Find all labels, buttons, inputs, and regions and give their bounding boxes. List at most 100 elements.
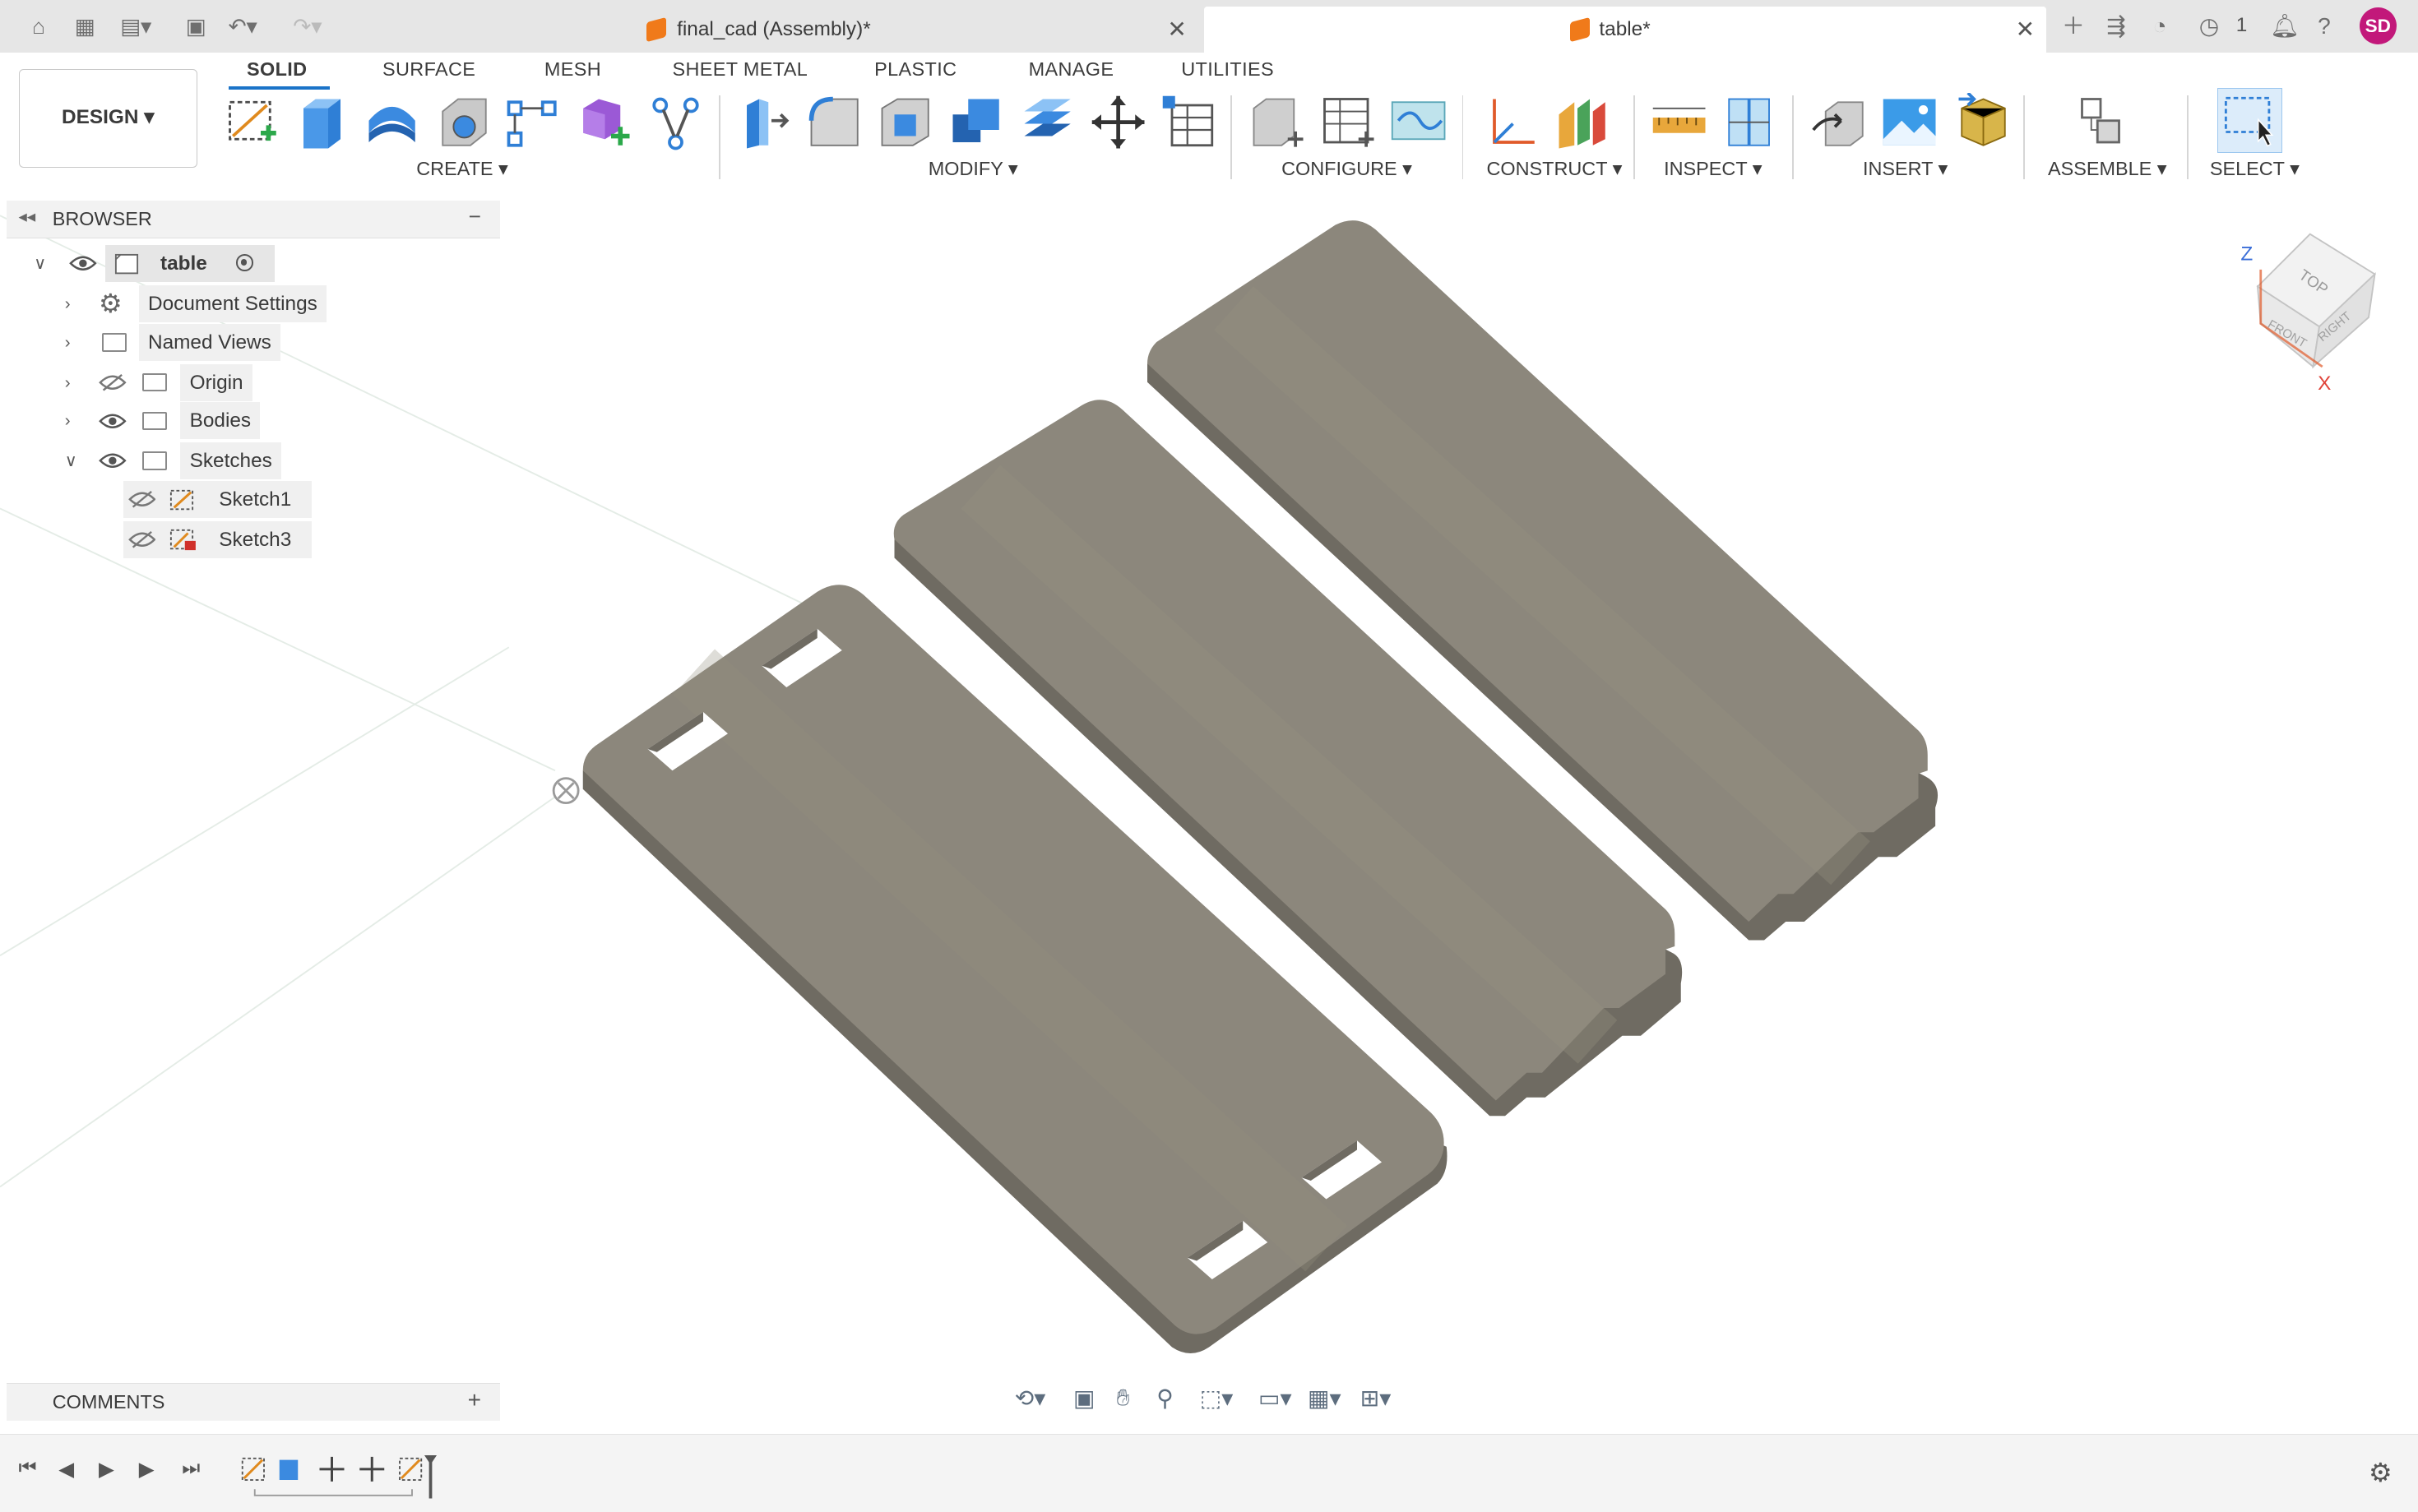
step-back-icon[interactable]: ◀	[58, 1457, 74, 1482]
viewports-icon[interactable]: ⊞▾	[1360, 1385, 1392, 1412]
close-icon[interactable]: ✕	[2016, 7, 2036, 53]
derive-icon[interactable]	[645, 93, 703, 151]
timeline-settings-icon[interactable]: ⚙	[2369, 1457, 2393, 1488]
section-analysis-icon[interactable]	[1720, 93, 1778, 151]
pan-icon[interactable]: ✋︎	[1117, 1385, 1130, 1412]
browser-item-bodies[interactable]: › Bodies	[0, 402, 509, 440]
create-form-icon[interactable]	[574, 93, 632, 151]
browser-item-sketch1[interactable]: Sketch1	[0, 481, 509, 518]
create-menu[interactable]: CREATE ▾	[416, 157, 508, 180]
configure-design-icon[interactable]	[1248, 93, 1306, 151]
inspect-menu[interactable]: INSPECT ▾	[1664, 157, 1762, 180]
pattern-icon[interactable]	[503, 93, 561, 151]
help-icon[interactable]: ?	[2318, 12, 2331, 40]
timeline-move-icon[interactable]	[319, 1456, 345, 1482]
tab-plastic[interactable]: PLASTIC	[874, 58, 957, 81]
browser-item-sketches[interactable]: ∨ Sketches	[0, 442, 509, 480]
create-sketch-icon[interactable]	[224, 93, 282, 151]
insert-derive-icon[interactable]	[1810, 93, 1869, 151]
configuration-rules-icon[interactable]	[1389, 93, 1448, 151]
tab-final-cad[interactable]: final_cad (Assembly)* ✕	[624, 6, 1203, 53]
chevron-down-icon[interactable]: ∨	[34, 245, 46, 282]
job-status-icon[interactable]: ◷	[2199, 12, 2220, 40]
collapse-panel-icon[interactable]: ◂◂	[19, 206, 36, 227]
browser-item-sketch3[interactable]: Sketch3	[0, 520, 509, 558]
modify-menu[interactable]: MODIFY ▾	[929, 157, 1018, 180]
play-icon[interactable]: ▶	[99, 1457, 114, 1482]
chevron-right-icon[interactable]: ›	[65, 285, 71, 322]
save-icon[interactable]: ▣	[182, 14, 210, 39]
chevron-right-icon[interactable]: ›	[65, 364, 71, 401]
timeline-marker[interactable]	[424, 1455, 437, 1499]
browser-root-row[interactable]: ∨ table	[0, 245, 509, 283]
timeline-extrude-icon[interactable]	[279, 1459, 298, 1480]
select-menu[interactable]: SELECT ▾	[2210, 157, 2300, 180]
eye-hidden-icon[interactable]	[127, 530, 156, 549]
notifications-icon[interactable]: 🔔︎	[2270, 12, 2300, 40]
new-component-icon[interactable]	[2076, 93, 2134, 151]
extensions-icon[interactable]: ◔	[2153, 12, 2167, 40]
activate-radio[interactable]	[235, 254, 253, 271]
tab-sheet-metal[interactable]: SHEET METAL	[673, 58, 808, 81]
offset-plane-icon[interactable]	[1482, 93, 1540, 151]
offset-face-icon[interactable]	[1018, 93, 1077, 151]
add-comment-icon[interactable]: +	[468, 1387, 481, 1413]
browser-item-named-views[interactable]: › Named Views	[0, 323, 509, 361]
browser-item-document-settings[interactable]: › ⚙ Document Settings	[0, 284, 509, 322]
display-settings-icon[interactable]: ▭▾	[1258, 1385, 1292, 1412]
eye-icon[interactable]	[69, 254, 97, 273]
tab-manage[interactable]: MANAGE	[1029, 58, 1114, 81]
revolve-icon[interactable]	[363, 93, 421, 151]
viewcube[interactable]	[2256, 233, 2377, 369]
eye-icon[interactable]	[99, 451, 127, 470]
insert-menu[interactable]: INSERT ▾	[1863, 157, 1948, 180]
file-menu-icon[interactable]: ▤▾	[120, 14, 151, 39]
chevron-right-icon[interactable]: ›	[65, 324, 71, 361]
orbit-icon[interactable]: ⟲▾	[1015, 1385, 1046, 1412]
tab-utilities[interactable]: UTILITIES	[1181, 58, 1274, 81]
close-icon[interactable]: ✕	[1167, 7, 1187, 53]
tab-table[interactable]: table* ✕	[1204, 6, 2047, 53]
eye-icon[interactable]	[99, 412, 127, 431]
configure-menu[interactable]: CONFIGURE ▾	[1281, 157, 1412, 180]
insert-mesh-icon[interactable]	[1952, 92, 2011, 151]
hole-icon[interactable]	[433, 93, 492, 151]
parameters-icon[interactable]	[1160, 93, 1218, 151]
data-panel-icon[interactable]: ⇶	[2106, 12, 2126, 40]
redo-icon[interactable]: ↷▾	[293, 14, 322, 39]
tab-solid[interactable]: SOLID	[247, 58, 307, 81]
look-at-icon[interactable]: ▣	[1073, 1385, 1096, 1412]
minimize-icon[interactable]: −	[469, 204, 481, 229]
browser-item-origin[interactable]: › Origin	[0, 363, 509, 401]
extrude-icon[interactable]	[291, 93, 350, 151]
move-icon[interactable]	[1089, 93, 1147, 151]
tab-mesh[interactable]: MESH	[544, 58, 601, 81]
select-tool-highlight[interactable]	[2217, 87, 2282, 153]
measure-icon[interactable]	[1650, 93, 1708, 151]
configuration-table-icon[interactable]	[1318, 93, 1377, 151]
step-forward-icon[interactable]: ▶	[139, 1457, 155, 1482]
zoom-icon[interactable]: ⚲	[1156, 1385, 1174, 1412]
tab-surface[interactable]: SURFACE	[382, 58, 475, 81]
chevron-down-icon[interactable]: ∨	[65, 442, 77, 479]
insert-canvas-icon[interactable]	[1880, 93, 1939, 151]
timeline-sketch-icon[interactable]	[241, 1457, 265, 1481]
go-to-end-icon[interactable]: ⏭	[182, 1457, 200, 1480]
fillet-icon[interactable]	[805, 93, 864, 151]
chevron-right-icon[interactable]: ›	[65, 402, 71, 439]
new-tab-icon[interactable]: ＋	[2062, 12, 2085, 40]
press-pull-icon[interactable]	[734, 93, 793, 151]
avatar[interactable]: SD	[2359, 7, 2397, 45]
grid-settings-icon[interactable]: ▦▾	[1308, 1385, 1341, 1412]
eye-hidden-icon[interactable]	[127, 490, 156, 509]
shell-icon[interactable]	[876, 93, 934, 151]
midplane-icon[interactable]	[1553, 93, 1611, 151]
timeline-sketch-icon[interactable]	[398, 1457, 422, 1481]
combine-icon[interactable]	[947, 93, 1005, 151]
grid-menu-icon[interactable]: ▦	[71, 14, 99, 39]
timeline-move-icon[interactable]	[359, 1456, 384, 1482]
undo-icon[interactable]: ↶▾	[229, 14, 257, 39]
comments-panel-header[interactable]: COMMENTS +	[6, 1382, 500, 1421]
construct-menu[interactable]: CONSTRUCT ▾	[1487, 157, 1623, 180]
go-to-start-icon[interactable]: ⏮	[19, 1457, 37, 1480]
